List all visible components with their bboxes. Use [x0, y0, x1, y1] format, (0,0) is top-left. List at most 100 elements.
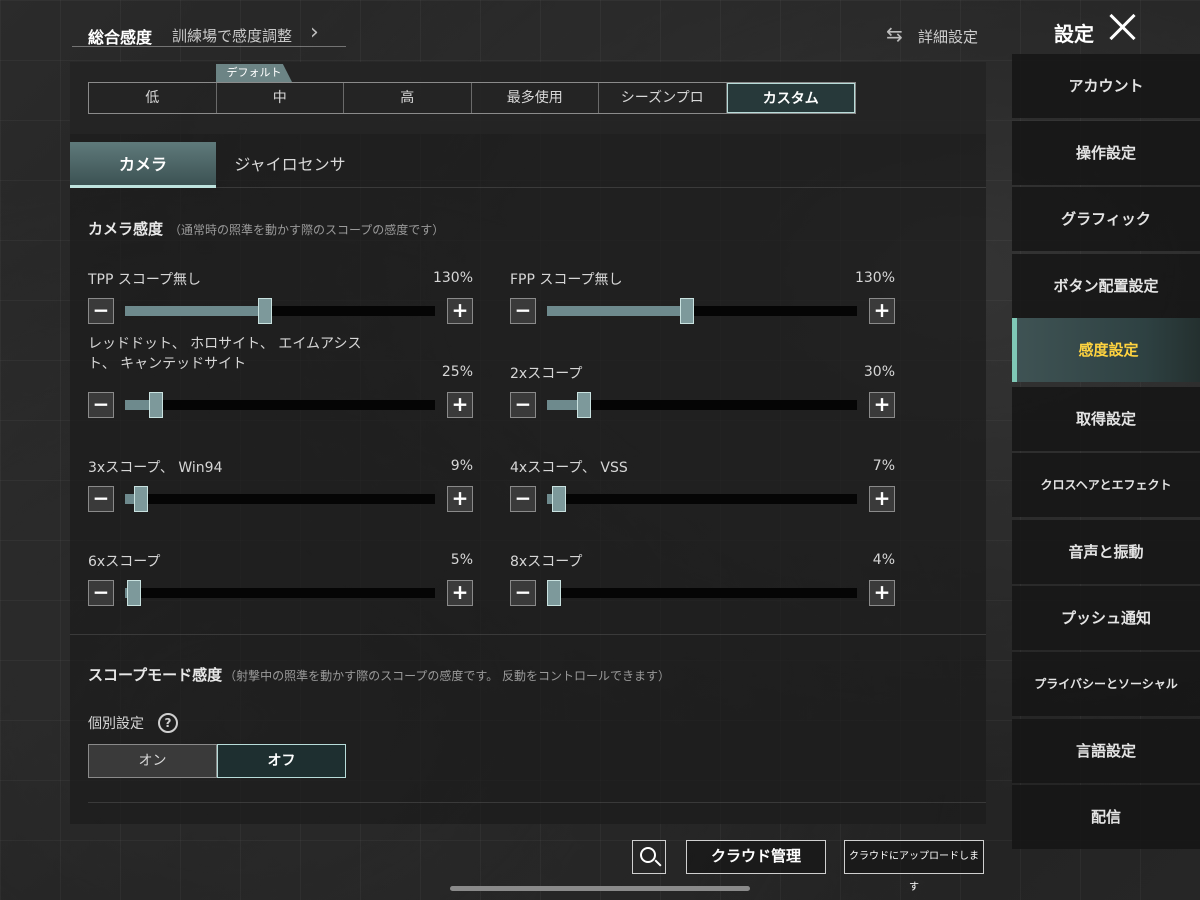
toggle-off-option[interactable]: オフ [217, 744, 346, 778]
camera-section-note: （通常時の照準を動かす際のスコープの感度です） [169, 223, 445, 237]
decrease-button[interactable]: − [88, 486, 114, 512]
slider-label: 8xスコープ [510, 554, 583, 570]
slider-fill [547, 306, 687, 316]
slider-value: 25% [441, 364, 473, 380]
preset-selector: 低 中 高 最多使用 シーズンプロ カスタム [88, 82, 856, 114]
slider-label: 2xスコープ [510, 366, 583, 382]
slider-track[interactable] [125, 298, 435, 324]
slider-label: TPP スコープ無し [88, 272, 202, 288]
slider-track[interactable] [547, 298, 857, 324]
slider-thumb[interactable] [127, 580, 141, 606]
increase-button[interactable]: + [869, 486, 895, 512]
sidebar-item-privacy[interactable]: プライバシーとソーシャル [1012, 652, 1200, 716]
page-title: 総合感度 [88, 28, 153, 47]
increase-button[interactable]: + [447, 486, 473, 512]
slider-value: 5% [450, 552, 473, 568]
slider-label: 4xスコープ、 VSS [510, 460, 628, 476]
slider-value: 7% [872, 458, 895, 474]
camera-section-title: カメラ感度 （通常時の照準を動かす際のスコープの感度です） [88, 218, 444, 239]
slider-thumb[interactable] [149, 392, 163, 418]
decrease-button[interactable]: − [88, 580, 114, 606]
slider-fill [125, 306, 265, 316]
decrease-button[interactable]: − [510, 298, 536, 324]
slider-thumb[interactable] [552, 486, 566, 512]
slider-thumb[interactable] [134, 486, 148, 512]
slider-label: 3xスコープ、 Win94 [88, 460, 223, 476]
bottom-divider [88, 802, 986, 803]
slider-value: 30% [863, 364, 895, 380]
slider-thumb[interactable] [547, 580, 561, 606]
increase-button[interactable]: + [447, 580, 473, 606]
swap-arrows-icon[interactable]: ⇆ [886, 22, 903, 46]
toggle-on-option[interactable]: オン [88, 744, 217, 778]
help-circle-icon[interactable]: ? [158, 713, 178, 733]
default-tag: デフォルト [216, 64, 292, 82]
slider-track[interactable] [125, 486, 435, 512]
preset-medium[interactable]: 中 [217, 83, 344, 113]
sidebar-item-push[interactable]: プッシュ通知 [1012, 586, 1200, 650]
increase-button[interactable]: + [869, 580, 895, 606]
preset-most-used[interactable]: 最多使用 [472, 83, 599, 113]
slider-label: レッドドット、 ホロサイト、 エイムアシスト、 キャンテッドサイト [88, 336, 362, 372]
slider-thumb[interactable] [258, 298, 272, 324]
slider-thumb[interactable] [680, 298, 694, 324]
slider-track[interactable] [125, 580, 435, 606]
sidebar-item-pickup[interactable]: 取得設定 [1012, 387, 1200, 451]
slider-thumb[interactable] [577, 392, 591, 418]
slider-track[interactable] [125, 392, 435, 418]
individual-setting-label: 個別設定 [88, 716, 144, 732]
tab-camera[interactable]: カメラ [70, 142, 216, 188]
scope-section-note: （射撃中の照準を動かす際のスコープの感度です。 反動をコントロールできます） [224, 669, 671, 683]
sidebar-item-audio[interactable]: 音声と振動 [1012, 520, 1200, 584]
individual-toggle: オン オフ [88, 744, 346, 778]
tab-gyro[interactable]: ジャイロセンサ [230, 142, 350, 188]
increase-button[interactable]: + [447, 298, 473, 324]
chevron-right-icon[interactable]: › [310, 20, 319, 45]
breadcrumb-divider [72, 46, 346, 47]
scope-section-title: スコープモード感度 （射撃中の照準を動かす際のスコープの感度です。 反動をコントロ… [88, 664, 670, 685]
scope-section-heading: スコープモード感度 [88, 666, 223, 684]
slider-label: FPP スコープ無し [510, 272, 623, 288]
home-indicator[interactable] [450, 886, 750, 891]
cloud-manage-button[interactable]: クラウド管理 [686, 840, 826, 874]
slider-value: 130% [432, 270, 473, 286]
sidebar-item-crosshair[interactable]: クロスヘアとエフェクト [1012, 453, 1200, 517]
increase-button[interactable]: + [869, 392, 895, 418]
tab-bar: カメラ ジャイロセンサ [70, 142, 986, 188]
slider-value: 4% [872, 552, 895, 568]
settings-title: 設定 [1054, 22, 1094, 46]
sidebar-item-controls[interactable]: 操作設定 [1012, 121, 1200, 185]
preset-low[interactable]: 低 [89, 83, 217, 113]
sidebar-item-graphics[interactable]: グラフィック [1012, 187, 1200, 251]
preset-season-pro[interactable]: シーズンプロ [599, 83, 727, 113]
decrease-button[interactable]: − [88, 298, 114, 324]
search-button[interactable] [632, 840, 666, 874]
training-link[interactable]: 訓練場で感度調整 [172, 25, 292, 46]
decrease-button[interactable]: − [510, 580, 536, 606]
decrease-button[interactable]: − [510, 486, 536, 512]
close-icon[interactable] [1106, 10, 1140, 44]
top-bar: 総合感度 訓練場で感度調整 › ⇆ 詳細設定 設定 [0, 0, 1200, 60]
sidebar-item-button-layout[interactable]: ボタン配置設定 [1012, 254, 1200, 318]
preset-custom[interactable]: カスタム [726, 83, 855, 113]
sidebar-item-streaming[interactable]: 配信 [1012, 785, 1200, 849]
sidebar-item-language[interactable]: 言語設定 [1012, 719, 1200, 783]
sidebar-item-sensitivity[interactable]: 感度設定 [1012, 318, 1200, 382]
advanced-settings-link[interactable]: 詳細設定 [918, 26, 978, 47]
search-icon-handle [654, 859, 662, 867]
settings-sidebar: アカウント 操作設定 グラフィック ボタン配置設定 感度設定 取得設定 クロスヘ… [1012, 52, 1200, 900]
camera-section-heading: カメラ感度 [88, 220, 164, 238]
slider-value: 9% [450, 458, 473, 474]
increase-button[interactable]: + [869, 298, 895, 324]
slider-label: 6xスコープ [88, 554, 161, 570]
increase-button[interactable]: + [447, 392, 473, 418]
slider-track[interactable] [547, 580, 857, 606]
decrease-button[interactable]: − [510, 392, 536, 418]
slider-track[interactable] [547, 486, 857, 512]
slider-track[interactable] [547, 392, 857, 418]
sidebar-item-account[interactable]: アカウント [1012, 54, 1200, 118]
decrease-button[interactable]: − [88, 392, 114, 418]
slider-value: 130% [854, 270, 895, 286]
cloud-upload-button[interactable]: クラウドにアップロードします [844, 840, 984, 893]
preset-high[interactable]: 高 [344, 83, 472, 113]
